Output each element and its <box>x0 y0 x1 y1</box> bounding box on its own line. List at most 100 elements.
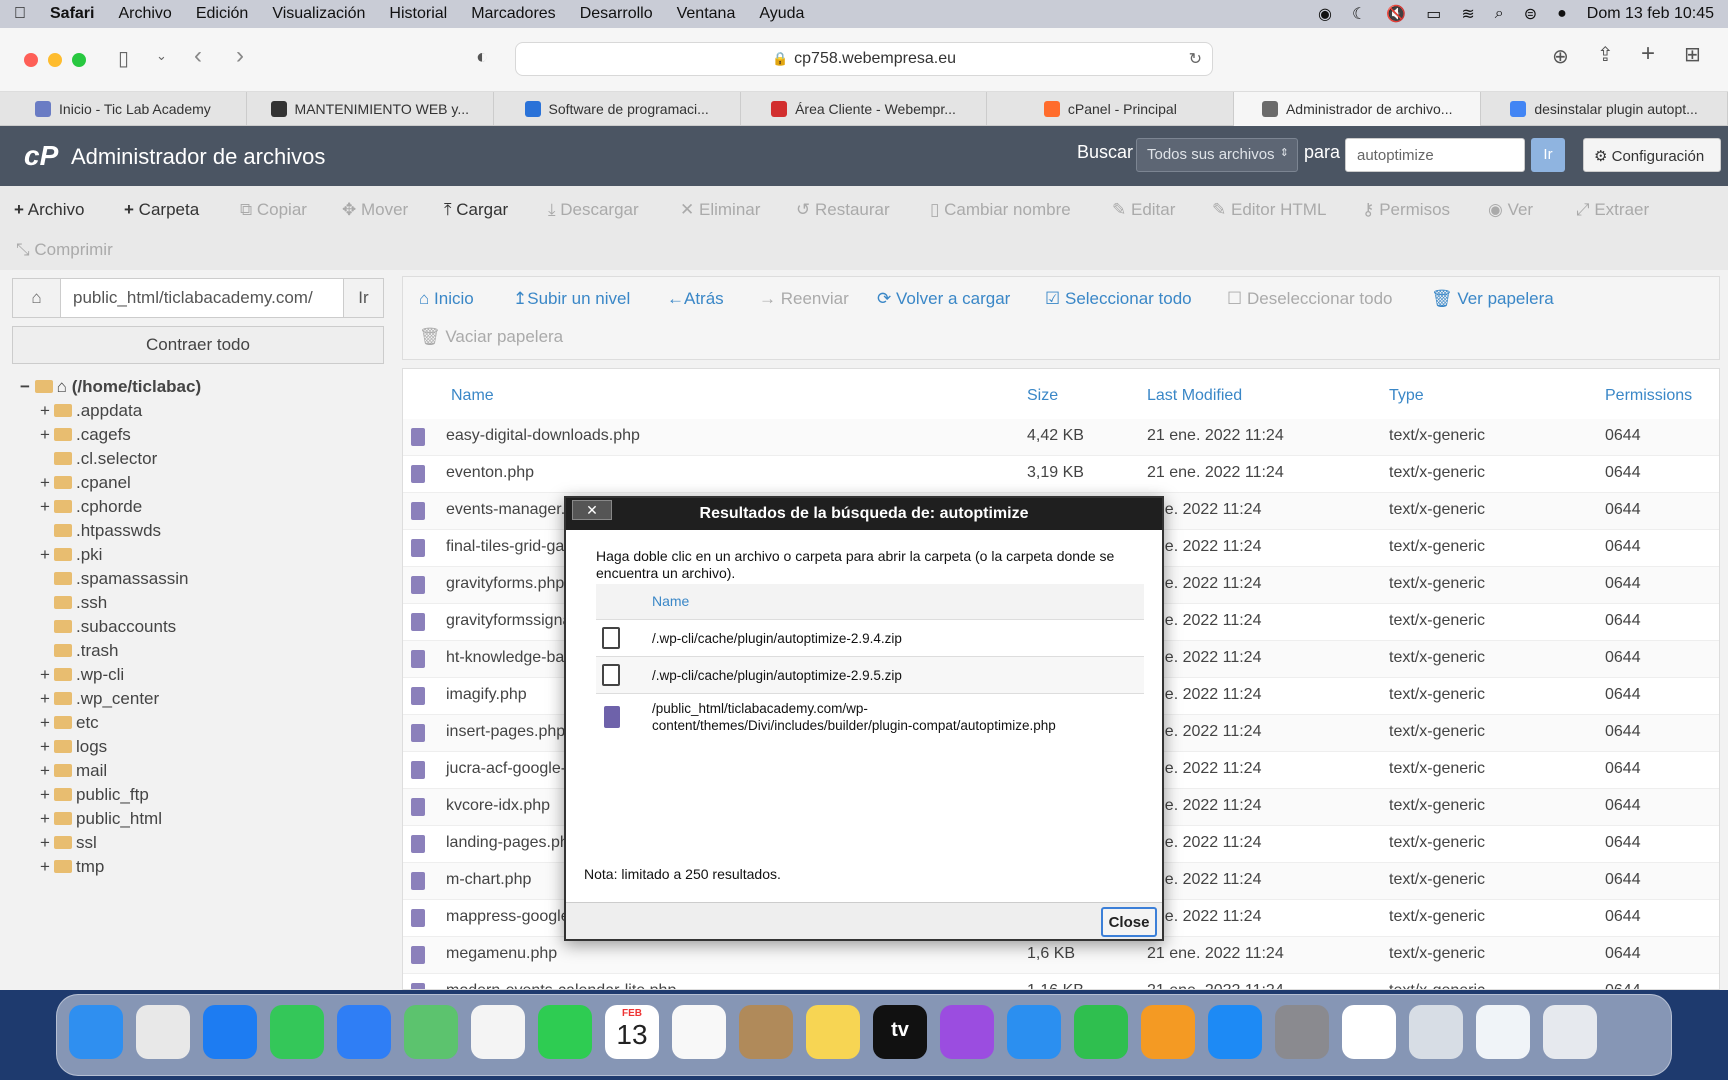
expand-plus-icon[interactable]: + <box>40 401 54 421</box>
reload-icon[interactable]: ↻ <box>1189 49 1202 69</box>
messages-icon[interactable] <box>270 1005 324 1059</box>
downloads-icon[interactable]: ⊕ <box>1552 44 1569 69</box>
numbers-icon[interactable] <box>1074 1005 1128 1059</box>
contacts-icon[interactable] <box>739 1005 793 1059</box>
upload-button[interactable]: ⤒ Cargar <box>444 200 508 220</box>
expand-plus-icon[interactable]: + <box>40 713 54 733</box>
nav-up-button[interactable]: ↥Subir un nivel <box>513 289 630 309</box>
close-window-icon[interactable] <box>24 53 38 67</box>
nav-home-button[interactable]: ⌂ Inicio <box>419 289 474 309</box>
permissions-button[interactable]: ⚷ Permisos <box>1362 200 1450 220</box>
share-icon[interactable]: ⇪ <box>1597 42 1614 67</box>
mail-icon[interactable] <box>337 1005 391 1059</box>
tree-folder-item[interactable]: + tmp <box>40 857 104 877</box>
column-header-name[interactable]: Name <box>451 387 494 405</box>
tree-folder-item[interactable]: + ssl <box>40 833 97 853</box>
collapse-minus-icon[interactable]: − <box>20 377 30 396</box>
tab-google[interactable]: desinstalar plugin autopt... <box>1481 92 1728 126</box>
back-icon[interactable]: ‹ <box>194 42 202 70</box>
privacy-shield-icon[interactable]: ◐ <box>476 46 488 69</box>
new-folder-button[interactable]: + Carpeta <box>124 200 199 220</box>
sidebar-toggle-icon[interactable]: ▯ <box>118 46 129 71</box>
select-all-button[interactable]: ☑ Seleccionar todo <box>1045 289 1192 309</box>
expand-plus-icon[interactable]: + <box>40 809 54 829</box>
tree-folder-item[interactable]: + public_html <box>40 809 162 829</box>
tree-folder-item[interactable]: .spamassassin <box>40 569 188 589</box>
siri-icon[interactable]: ● <box>1557 5 1567 23</box>
tree-folder-item[interactable]: + public_ftp <box>40 785 149 805</box>
empty-trash-button[interactable]: 🗑 Vaciar papelera <box>419 327 563 347</box>
calendar-icon[interactable]: FEB 13 <box>605 1005 659 1059</box>
table-row[interactable]: modern-events-calendar-lite.php 1,16 KB 21… <box>403 974 1719 989</box>
delete-button[interactable]: ✕ Eliminar <box>680 200 760 220</box>
result-row[interactable]: /.wp-cli/cache/plugin/autoptimize-2.9.4.… <box>596 620 1144 657</box>
menu-edicion[interactable]: Edición <box>196 5 248 23</box>
search-scope-select[interactable]: Todos sus archivos ⇕ <box>1136 138 1298 172</box>
compress-button[interactable]: ⤡ Comprimir <box>16 240 113 260</box>
expand-plus-icon[interactable]: + <box>40 545 54 565</box>
expand-plus-icon[interactable]: + <box>40 665 54 685</box>
tree-folder-item[interactable]: .subaccounts <box>40 617 176 637</box>
tab-ticlab[interactable]: Inicio - Tic Lab Academy <box>0 92 247 126</box>
table-row[interactable]: megamenu.php 1,6 KB 21 ene. 2022 11:24 text… <box>403 937 1719 974</box>
column-header-modified[interactable]: Last Modified <box>1147 387 1242 405</box>
menu-desarrollo[interactable]: Desarrollo <box>580 5 653 23</box>
menu-ventana[interactable]: Ventana <box>677 5 736 23</box>
chevron-down-icon[interactable]: ⌄ <box>156 48 167 64</box>
minimize-window-icon[interactable] <box>48 53 62 67</box>
tree-folder-item[interactable]: .htpasswds <box>40 521 161 541</box>
tree-folder-item[interactable]: + logs <box>40 737 107 757</box>
expand-plus-icon[interactable]: + <box>40 737 54 757</box>
expand-plus-icon[interactable]: + <box>40 473 54 493</box>
result-row[interactable]: /public_html/ticlabacademy.com/wp-conten… <box>596 694 1144 738</box>
column-header-size[interactable]: Size <box>1027 387 1058 405</box>
expand-plus-icon[interactable]: + <box>40 785 54 805</box>
menu-archivo[interactable]: Archivo <box>118 5 171 23</box>
tree-folder-item[interactable]: .trash <box>40 641 119 661</box>
restore-button[interactable]: ↺ Restaurar <box>796 200 890 220</box>
menu-clock[interactable]: Dom 13 feb 10:45 <box>1587 5 1714 23</box>
tree-folder-item[interactable]: + .appdata <box>40 401 142 421</box>
tab-software[interactable]: Software de programaci... <box>494 92 741 126</box>
path-go-button[interactable]: Ir <box>343 279 383 317</box>
tree-folder-item[interactable]: + .cagefs <box>40 425 131 445</box>
maps-icon[interactable] <box>404 1005 458 1059</box>
search-input[interactable]: autoptimize <box>1345 138 1525 172</box>
tree-folder-item[interactable]: + .wp_center <box>40 689 159 709</box>
tab-cpanel[interactable]: cPanel - Principal <box>987 92 1235 126</box>
control-center-icon[interactable]: ⊜ <box>1524 4 1537 24</box>
cpanel-logo[interactable]: cP <box>24 140 58 172</box>
tab-overview-icon[interactable]: ⊞ <box>1684 42 1701 67</box>
menu-marcadores[interactable]: Marcadores <box>471 5 555 23</box>
deselect-all-button[interactable]: ☐ Deseleccionar todo <box>1227 289 1393 309</box>
results-header-name[interactable]: Name <box>596 584 1144 620</box>
view-button[interactable]: ◉ Ver <box>1488 200 1533 220</box>
new-tab-icon[interactable]: + <box>1641 40 1655 68</box>
tree-folder-item[interactable]: + mail <box>40 761 107 781</box>
nav-forward-button[interactable]: → Reenviar <box>759 289 849 309</box>
screen-record-icon[interactable]: ◉ <box>1318 4 1332 24</box>
html-editor-button[interactable]: ✎ Editor HTML <box>1212 200 1326 220</box>
zoom-window-icon[interactable] <box>72 53 86 67</box>
table-row[interactable]: eventon.php 3,19 KB 21 ene. 2022 11:24 text… <box>403 456 1719 493</box>
appstore-icon[interactable] <box>1208 1005 1262 1059</box>
new-file-button[interactable]: + Archivo <box>14 200 84 220</box>
wifi-icon[interactable]: ≋ <box>1461 4 1474 24</box>
rename-button[interactable]: ▯ Cambiar nombre <box>930 200 1071 220</box>
column-header-type[interactable]: Type <box>1389 387 1424 405</box>
tv-icon[interactable]: tv <box>873 1005 927 1059</box>
download-button[interactable]: ⤓ Descargar <box>548 200 639 220</box>
mute-icon[interactable]: 🔇 <box>1386 4 1406 24</box>
extract-button[interactable]: ⤢ Extraer <box>1576 200 1649 220</box>
finder-icon[interactable] <box>69 1005 123 1059</box>
dialog-close-button[interactable]: Close <box>1101 907 1157 937</box>
tree-folder-item[interactable]: .cl.selector <box>40 449 157 469</box>
safari-icon[interactable] <box>203 1005 257 1059</box>
expand-plus-icon[interactable]: + <box>40 425 54 445</box>
tree-root[interactable]: − ⌂ (/home/ticlabac) <box>20 377 201 397</box>
copy-button[interactable]: ⧉ Copiar <box>240 200 307 220</box>
keynote-icon[interactable] <box>1007 1005 1061 1059</box>
expand-plus-icon[interactable]: + <box>40 761 54 781</box>
battery-icon[interactable]: ▭ <box>1426 4 1441 24</box>
edit-button[interactable]: ✎ Editar <box>1112 200 1175 220</box>
